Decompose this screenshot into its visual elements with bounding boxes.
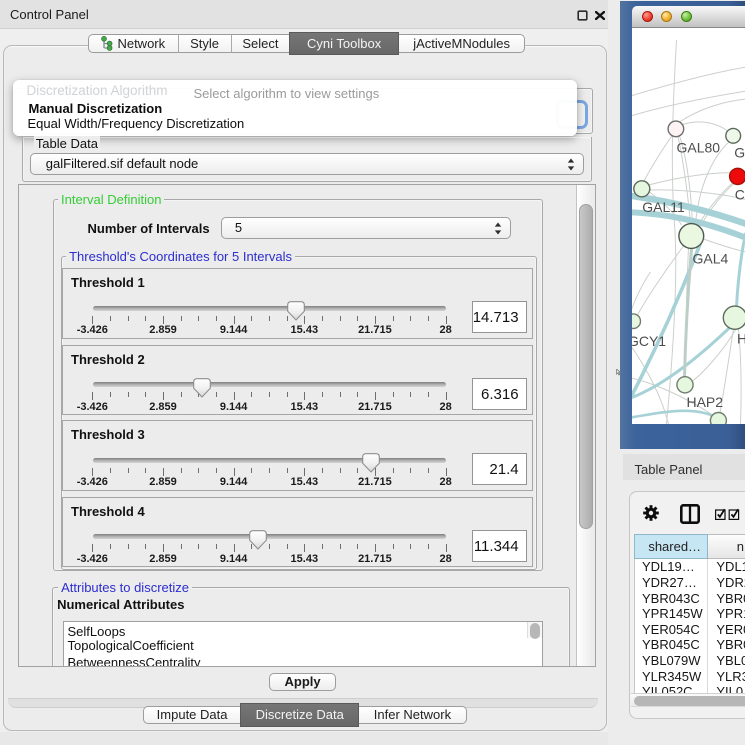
svg-text:GAL80: GAL80: [676, 139, 720, 155]
svg-text:GA: GA: [734, 144, 745, 160]
svg-text:HAP2: HAP2: [686, 394, 723, 410]
svg-text:GAL4: GAL4: [692, 250, 728, 266]
svg-text:GCY1: GCY1: [632, 333, 666, 349]
svg-text:H: H: [736, 330, 745, 346]
svg-text:GAL11: GAL11: [642, 199, 685, 215]
svg-text:C: C: [734, 186, 744, 202]
